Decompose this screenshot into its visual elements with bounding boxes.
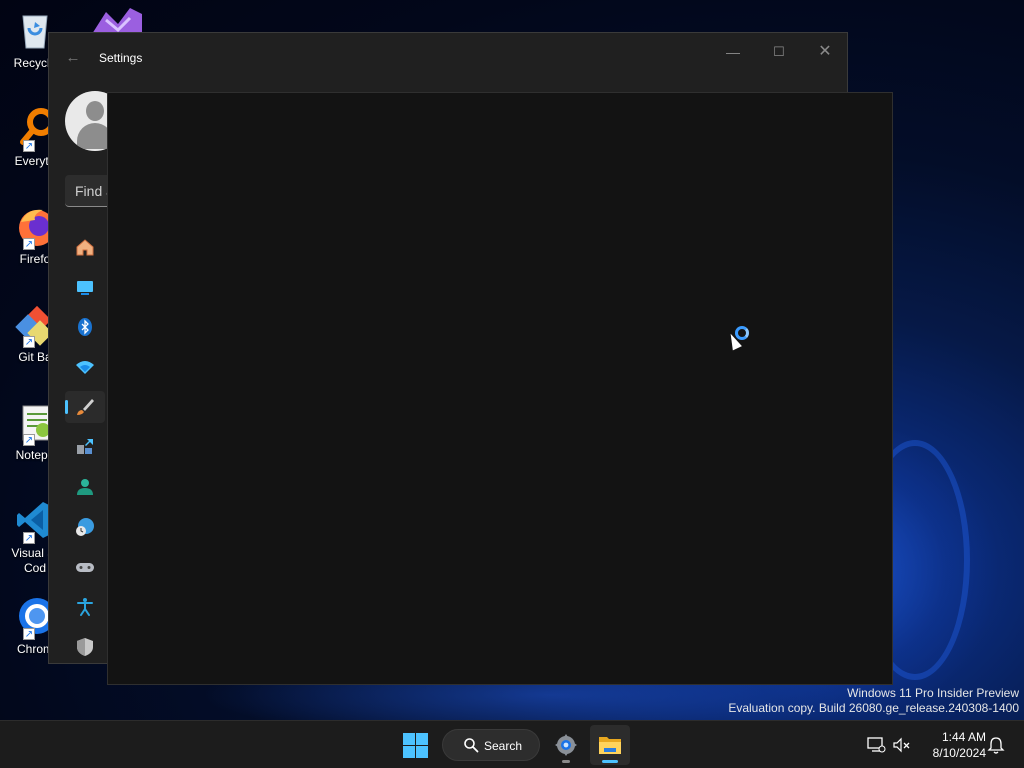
nav-item-system[interactable]	[65, 271, 105, 303]
clock-time: 1:44 AM	[941, 730, 986, 744]
loading-content-panel	[107, 92, 893, 685]
clock-date: 8/10/2024	[932, 746, 986, 760]
network-display-icon[interactable]	[866, 735, 886, 755]
display-icon	[77, 281, 93, 295]
avatar-head-shape	[86, 101, 104, 121]
shortcut-arrow-icon: ↗	[23, 628, 35, 640]
close-button[interactable]: ✕	[805, 37, 845, 67]
evaluation-watermark: Windows 11 Pro Insider Preview Evaluatio…	[728, 686, 1019, 716]
search-label: Search	[484, 739, 523, 753]
nav-item-privacy-security[interactable]	[65, 631, 105, 663]
minimize-button[interactable]: —	[713, 37, 753, 67]
account-icon	[77, 479, 93, 495]
watermark-edition: Windows 11 Pro Insider Preview	[847, 686, 1019, 700]
shield-icon	[77, 638, 93, 656]
window-title: Settings	[99, 51, 143, 65]
windows-logo-tile	[403, 733, 415, 745]
nav-item-time-language[interactable]	[65, 511, 105, 543]
search-icon	[464, 738, 479, 753]
start-button[interactable]	[401, 731, 429, 759]
maximize-button[interactable]: ☐	[759, 37, 799, 67]
title-bar[interactable]: ← Settings — ☐ ✕	[49, 33, 847, 83]
nav-item-home[interactable]	[65, 231, 105, 263]
shortcut-arrow-icon: ↗	[23, 434, 35, 446]
apps-icon	[77, 439, 93, 454]
windows-logo-tile	[416, 733, 428, 745]
taskbar-search-button[interactable]: Search	[442, 729, 540, 761]
nav-item-bluetooth[interactable]	[65, 311, 105, 343]
notification-bell-icon[interactable]	[986, 735, 1006, 755]
nav-item-gaming[interactable]	[65, 551, 105, 583]
windows-logo-tile	[403, 746, 415, 758]
accessibility-icon	[77, 598, 93, 616]
nav-item-personalization[interactable]	[65, 391, 105, 423]
folder-icon	[599, 737, 621, 754]
taskbar: Search 1:44 AM 8/10/2024	[0, 720, 1024, 768]
running-indicator	[562, 760, 570, 763]
bluetooth-icon	[78, 318, 92, 336]
nav-item-accessibility[interactable]	[65, 591, 105, 623]
nav-item-accounts[interactable]	[65, 471, 105, 503]
taskbar-app-settings[interactable]	[546, 725, 586, 765]
gamepad-icon	[76, 563, 94, 572]
taskbar-app-file-explorer[interactable]	[590, 725, 630, 765]
back-arrow-icon[interactable]: ←	[61, 47, 85, 69]
watermark-build: Evaluation copy. Build 26080.ge_release.…	[728, 701, 1019, 715]
running-indicator	[602, 760, 618, 763]
home-icon	[76, 239, 94, 256]
shortcut-arrow-icon: ↗	[23, 140, 35, 152]
selection-indicator	[65, 400, 68, 414]
paintbrush-icon	[77, 399, 94, 415]
system-clock[interactable]: 1:44 AM 8/10/2024	[920, 729, 986, 761]
shortcut-arrow-icon: ↗	[23, 532, 35, 544]
shortcut-arrow-icon: ↗	[23, 336, 35, 348]
nav-item-network[interactable]	[65, 351, 105, 383]
settings-gear-icon	[555, 734, 577, 756]
nav-item-apps[interactable]	[65, 431, 105, 463]
time-language-icon	[76, 518, 94, 536]
windows-logo-tile	[416, 746, 428, 758]
wifi-icon	[76, 361, 94, 374]
volume-muted-icon[interactable]	[892, 735, 912, 755]
shortcut-arrow-icon: ↗	[23, 238, 35, 250]
